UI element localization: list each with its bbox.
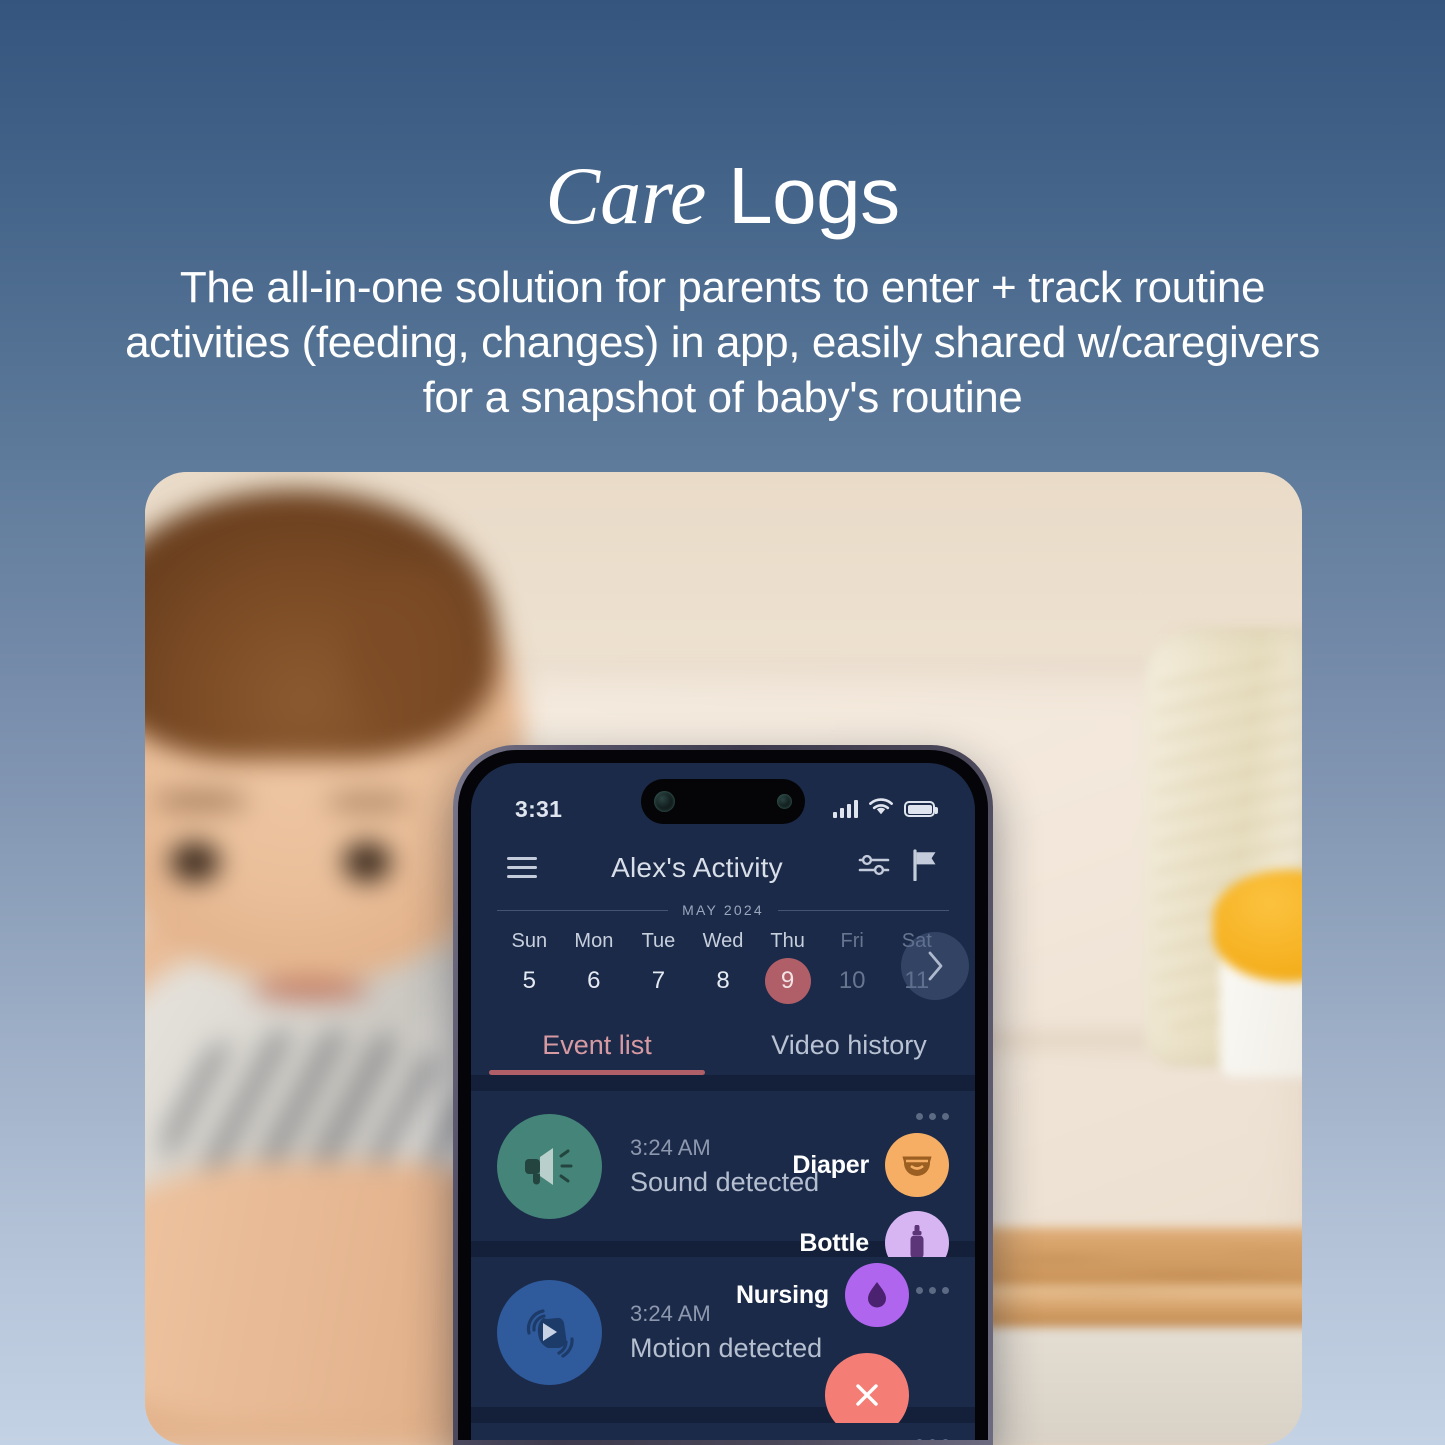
quick-add-actions-bottom: Nursing bbox=[736, 1263, 909, 1437]
header-actions bbox=[857, 849, 939, 886]
day-number: 5 bbox=[522, 967, 536, 994]
phone-mockup: 3:31 Alex's Activity MAY 2024 Sun 5 Mon … bbox=[453, 745, 993, 1445]
quick-add-label: Diaper bbox=[792, 1150, 869, 1179]
table-row-partial[interactable] bbox=[471, 1423, 975, 1440]
calendar-day-mon[interactable]: Mon 6 bbox=[562, 930, 627, 1004]
photo-baby-mouth bbox=[250, 980, 370, 1002]
day-label: Fri bbox=[840, 930, 864, 952]
subtitle-line-1: The all-in-one solution for parents to e… bbox=[179, 263, 1266, 312]
quick-add-diaper[interactable]: Diaper bbox=[792, 1133, 949, 1197]
chevron-right-icon[interactable] bbox=[901, 932, 969, 1000]
calendar-week-strip: Sun 5 Mon 6 Tue 7 Wed 8 Thu 9 Fri 10 Sat… bbox=[471, 920, 975, 1014]
page-title-app: Alex's Activity bbox=[611, 851, 783, 883]
quick-add-actions-top: Diaper Bottle bbox=[792, 1133, 949, 1275]
phone-bezel: 3:31 Alex's Activity MAY 2024 Sun 5 Mon … bbox=[458, 750, 988, 1440]
day-label: Sun bbox=[511, 930, 548, 952]
phone-screen: 3:31 Alex's Activity MAY 2024 Sun 5 Mon … bbox=[471, 763, 975, 1440]
calendar-day-sun[interactable]: Sun 5 bbox=[497, 930, 562, 1004]
tab-event-list[interactable]: Event list bbox=[471, 1020, 723, 1075]
sound-detected-icon bbox=[497, 1113, 602, 1219]
more-options-icon[interactable] bbox=[916, 1113, 949, 1120]
status-bar: 3:31 bbox=[471, 763, 975, 835]
tab-divider bbox=[471, 1075, 975, 1091]
photo-wood-grain bbox=[985, 1232, 1302, 1320]
subtitle-line-2: activities (feeding, changes) in app, ea… bbox=[125, 318, 1320, 367]
subtitle-line-3: for a snapshot of baby's routine bbox=[422, 373, 1023, 422]
page-title-bold: Logs bbox=[706, 151, 900, 240]
dynamic-island bbox=[641, 779, 805, 824]
flag-icon[interactable] bbox=[911, 849, 939, 886]
headline-block: Care Logs The all-in-one solution for pa… bbox=[0, 150, 1445, 425]
day-label: Tue bbox=[641, 930, 676, 952]
calendar-month-label: MAY 2024 bbox=[682, 902, 764, 918]
app-header: Alex's Activity bbox=[471, 835, 975, 894]
quick-add-label: Nursing bbox=[735, 1280, 829, 1309]
more-options-icon[interactable] bbox=[916, 1439, 949, 1440]
poster-canvas: Care Logs The all-in-one solution for pa… bbox=[0, 0, 1445, 1445]
motion-detected-icon bbox=[497, 1279, 602, 1385]
day-label: Thu bbox=[770, 930, 805, 952]
sliders-filter-icon[interactable] bbox=[857, 851, 891, 884]
table-row[interactable]: 3:24 AM Motion detected Nursing bbox=[471, 1257, 975, 1437]
tab-bar: Event list Video history bbox=[471, 1014, 975, 1075]
calendar-month-row: MAY 2024 bbox=[471, 894, 975, 920]
diaper-icon[interactable] bbox=[885, 1133, 949, 1197]
photo-baby-eye-right bbox=[343, 842, 391, 882]
day-number: 10 bbox=[838, 967, 866, 994]
page-subtitle: The all-in-one solution for parents to e… bbox=[0, 260, 1445, 425]
battery-icon bbox=[904, 801, 938, 817]
calendar-day-tue[interactable]: Tue 7 bbox=[626, 930, 691, 1004]
wifi-icon bbox=[868, 797, 894, 821]
day-number: 7 bbox=[651, 967, 666, 994]
face-id-sensor-icon bbox=[777, 794, 792, 809]
signal-bars-icon bbox=[832, 800, 858, 818]
day-number: 8 bbox=[716, 967, 730, 994]
calendar-day-fri[interactable]: Fri 10 bbox=[820, 930, 885, 1004]
calendar-day-thu[interactable]: Thu 9 bbox=[755, 930, 820, 1004]
hamburger-menu-icon[interactable] bbox=[507, 857, 537, 878]
status-time: 3:31 bbox=[515, 795, 563, 822]
photo-floor bbox=[985, 1327, 1302, 1445]
month-rule-right bbox=[777, 909, 949, 911]
page-title: Care Logs bbox=[0, 150, 1445, 244]
photo-baby-hair bbox=[145, 490, 505, 760]
front-camera-icon bbox=[654, 791, 675, 812]
quick-add-label: Bottle bbox=[799, 1228, 869, 1257]
status-indicators bbox=[832, 797, 938, 821]
page-title-italic: Care bbox=[545, 150, 707, 241]
day-number: 6 bbox=[587, 967, 601, 994]
photo-baby-eye-left bbox=[170, 842, 220, 882]
day-number-selected: 9 bbox=[764, 958, 811, 1004]
day-label: Mon bbox=[574, 930, 614, 952]
photo-baby-eyebrow-left bbox=[153, 790, 249, 812]
droplet-icon[interactable] bbox=[845, 1263, 909, 1327]
photo-baby-eyebrow-right bbox=[325, 792, 411, 812]
more-options-icon[interactable] bbox=[916, 1287, 949, 1294]
day-label: Wed bbox=[702, 930, 744, 952]
month-rule-left bbox=[497, 909, 669, 911]
calendar-day-wed[interactable]: Wed 8 bbox=[691, 930, 756, 1004]
tab-video-history[interactable]: Video history bbox=[723, 1020, 975, 1075]
table-row[interactable]: 3:24 AM Sound detected Diaper Bottle bbox=[471, 1091, 975, 1275]
quick-add-nursing[interactable]: Nursing bbox=[736, 1263, 909, 1327]
